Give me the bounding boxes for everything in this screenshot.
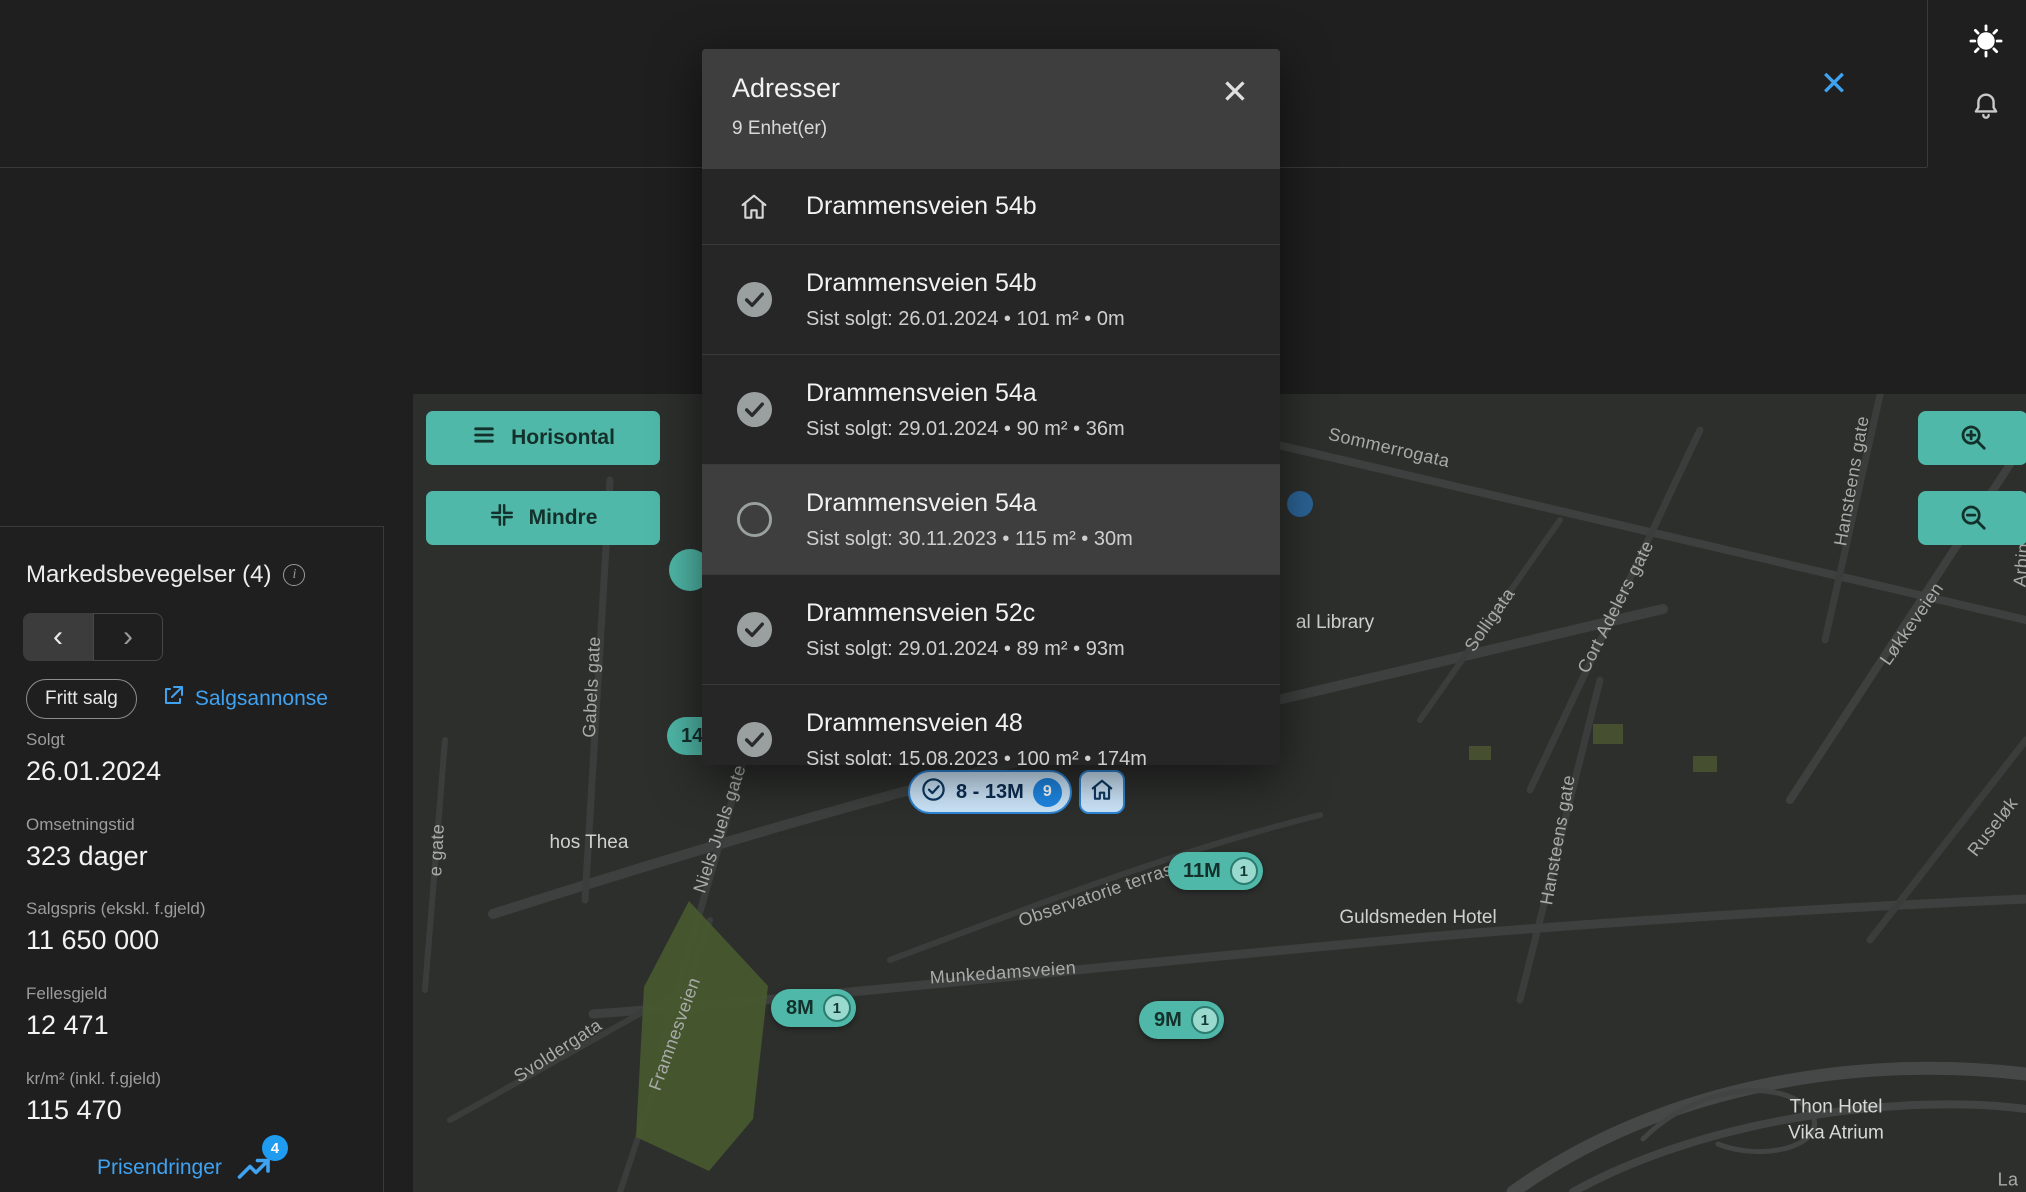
address-row[interactable]: Drammensveien 54a Sist solgt: 29.01.2024… xyxy=(702,355,1280,465)
modal-header: Adresser 9 Enhet(er) ✕ xyxy=(702,49,1280,169)
field-omsetningstid: Omsetningstid 323 dager xyxy=(26,816,206,872)
address-row[interactable]: Drammensveien 48 Sist solgt: 15.08.2023 … xyxy=(702,685,1280,765)
field-value: 115 470 xyxy=(26,1096,206,1126)
zoom-in-button[interactable] xyxy=(1918,411,2026,465)
bell-icon xyxy=(1970,90,2002,127)
address-title: Drammensveien 48 xyxy=(806,709,1147,738)
sun-icon xyxy=(1967,22,2005,65)
field-label: Fellesgjeld xyxy=(26,985,206,1002)
panel-title: Markedsbevegelser (4) xyxy=(26,561,271,589)
field-value: 26.01.2024 xyxy=(26,757,206,787)
price-changes-link[interactable]: Prisendringer xyxy=(97,1156,222,1180)
price-changes-badge: 4 xyxy=(262,1135,288,1161)
modal-close-button[interactable]: ✕ xyxy=(1212,69,1258,115)
market-movements-panel: Markedsbevegelser (4) i ‹ › Fritt salg S… xyxy=(0,526,384,1192)
zoom-out-icon xyxy=(1958,502,1988,535)
address-subtitle: Sist solgt: 26.01.2024 • 101 m² • 0m xyxy=(806,308,1125,331)
price-cluster-marker[interactable]: 11M 1 xyxy=(1168,852,1263,890)
notifications-button[interactable] xyxy=(1964,86,2008,130)
address-row[interactable]: Drammensveien 54b Sist solgt: 26.01.2024… xyxy=(702,245,1280,355)
sales-ad-link[interactable]: Salgsannonse xyxy=(161,684,328,714)
compress-icon xyxy=(489,502,515,534)
address-subtitle: Sist solgt: 29.01.2024 • 90 m² • 36m xyxy=(806,418,1125,441)
price-cluster-marker[interactable]: 9M 1 xyxy=(1139,1001,1224,1039)
addresses-modal: Adresser 9 Enhet(er) ✕ Drammensveien 54b… xyxy=(702,49,1280,765)
sale-type-badge: Fritt salg xyxy=(26,679,137,719)
checked-circle-icon[interactable] xyxy=(702,611,806,648)
location-check-icon xyxy=(920,776,947,808)
field-salgspris: Salgspris (ekskl. f.gjeld) 11 650 000 xyxy=(26,900,206,956)
address-subtitle: Sist solgt: 29.01.2024 • 89 m² • 93m xyxy=(806,638,1125,661)
field-kvadratmeterpris: kr/m² (inkl. f.gjeld) 115 470 xyxy=(26,1070,206,1126)
home-icon xyxy=(702,191,806,223)
address-title: Drammensveien 54b xyxy=(806,269,1125,298)
field-fellesgjeld: Fellesgjeld 12 471 xyxy=(26,985,206,1041)
field-value: 12 471 xyxy=(26,1011,206,1041)
field-label: Solgt xyxy=(26,731,206,748)
info-icon[interactable]: i xyxy=(283,564,305,586)
home-marker-button[interactable] xyxy=(1079,770,1125,814)
unchecked-circle-icon[interactable] xyxy=(702,501,806,538)
address-title: Drammensveien 54a xyxy=(806,489,1133,518)
field-value: 323 dager xyxy=(26,842,206,872)
park-area xyxy=(636,901,768,1171)
address-subtitle: Sist solgt: 15.08.2023 • 100 m² • 174m xyxy=(806,748,1147,766)
selected-cluster-marker[interactable]: 8 - 13M 9 xyxy=(908,770,1125,814)
address-row-primary[interactable]: Drammensveien 54b xyxy=(702,169,1280,245)
prev-button[interactable]: ‹ xyxy=(23,613,93,661)
collapse-smaller-button[interactable]: Mindre xyxy=(426,491,660,545)
address-row-hovered[interactable]: Drammensveien 54a Sist solgt: 30.11.2023… xyxy=(702,465,1280,575)
field-label: Omsetningstid xyxy=(26,816,206,833)
zoom-out-button[interactable] xyxy=(1918,491,2026,545)
rows-icon xyxy=(471,422,497,454)
checked-circle-icon[interactable] xyxy=(702,281,806,318)
record-pager: ‹ › xyxy=(23,613,163,661)
price-cluster-marker[interactable]: 8M 1 xyxy=(771,989,856,1027)
checked-circle-icon[interactable] xyxy=(702,721,806,758)
field-label: Salgspris (ekskl. f.gjeld) xyxy=(26,900,206,917)
clear-selection-button[interactable]: ✕ xyxy=(1811,61,1857,107)
field-value: 11 650 000 xyxy=(26,926,206,956)
next-button[interactable]: › xyxy=(93,613,163,661)
address-row[interactable]: Drammensveien 52c Sist solgt: 29.01.2024… xyxy=(702,575,1280,685)
home-icon xyxy=(1089,777,1115,808)
address-title: Drammensveien 54a xyxy=(806,379,1125,408)
trending-up-icon[interactable]: 4 xyxy=(234,1149,272,1187)
field-label: kr/m² (inkl. f.gjeld) xyxy=(26,1070,206,1087)
sale-details: Solgt 26.01.2024 Omsetningstid 323 dager… xyxy=(26,731,206,1154)
address-title: Drammensveien 52c xyxy=(806,599,1125,628)
modal-title: Adresser xyxy=(732,73,1250,104)
checked-circle-icon[interactable] xyxy=(702,391,806,428)
theme-toggle-button[interactable] xyxy=(1962,19,2010,67)
layout-horizontal-button[interactable]: Horisontal xyxy=(426,411,660,465)
address-subtitle: Sist solgt: 30.11.2023 • 115 m² • 30m xyxy=(806,528,1133,551)
address-title: Drammensveien 54b xyxy=(806,192,1037,221)
external-link-icon xyxy=(161,684,185,714)
field-solgt: Solgt 26.01.2024 xyxy=(26,731,206,787)
zoom-in-icon xyxy=(1958,422,1988,455)
unit-count: 9 Enhet(er) xyxy=(732,118,1250,140)
map-poi-dot xyxy=(1287,491,1313,517)
topbar-divider xyxy=(1927,0,1928,167)
